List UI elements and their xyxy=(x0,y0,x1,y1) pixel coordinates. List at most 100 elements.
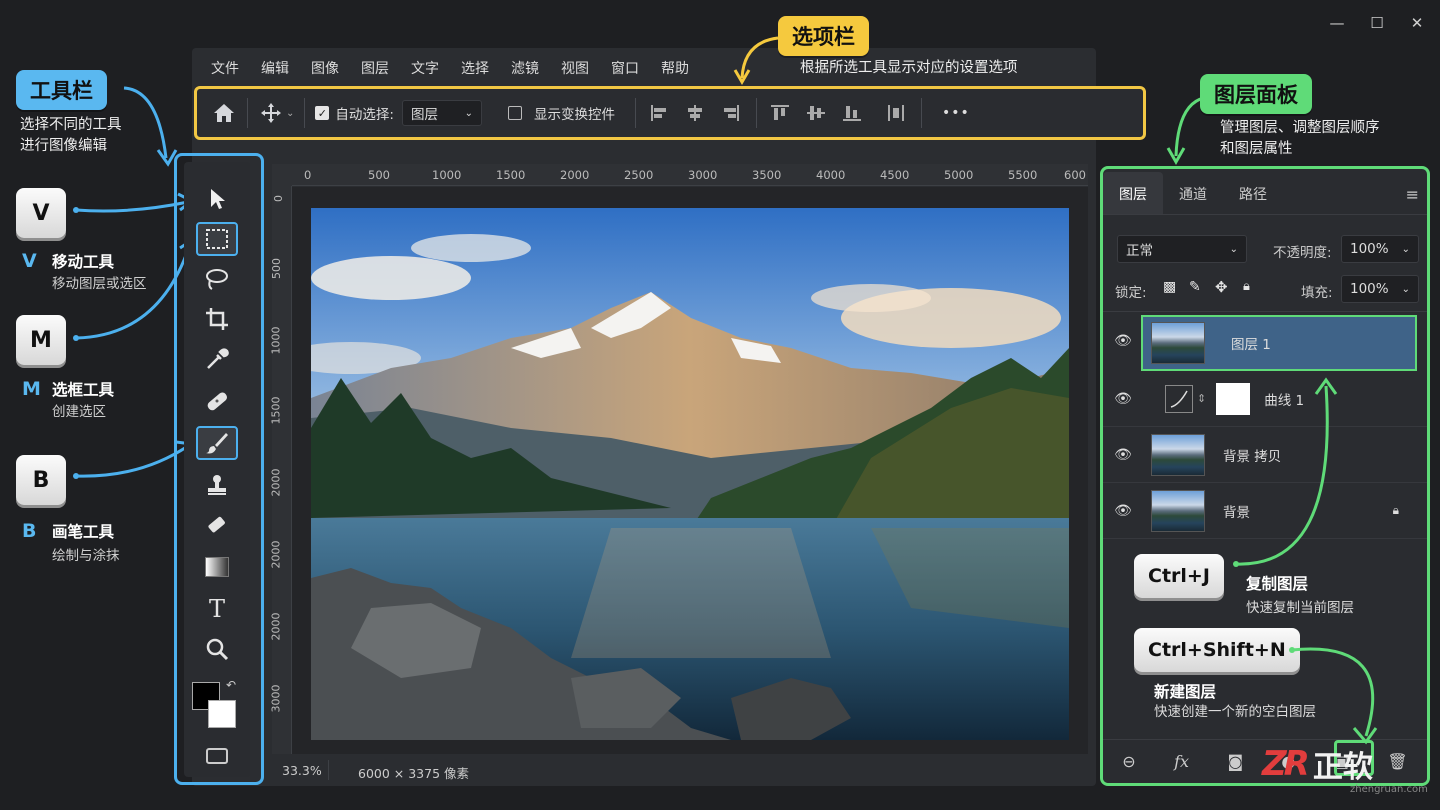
menu-edit[interactable]: 编辑 xyxy=(250,52,300,80)
add-mask-icon[interactable]: ◙ xyxy=(1227,752,1243,771)
marquee-tool-button[interactable] xyxy=(196,222,238,256)
lasso-tool-button[interactable] xyxy=(196,262,238,296)
mountain-lake-photo xyxy=(311,208,1069,740)
eyedropper-tool-button[interactable] xyxy=(196,342,238,376)
type-icon: T xyxy=(208,595,225,623)
fx-icon[interactable]: fx xyxy=(1174,752,1189,771)
marquee-tool-name: 选框工具 xyxy=(52,381,115,399)
ctrl-j-arrow xyxy=(1233,377,1338,567)
menu-bar: 文件 编辑 图像 图层 文字 选择 滤镜 视图 窗口 帮助 xyxy=(200,52,700,80)
fill-field[interactable]: 100% ⌄ xyxy=(1341,275,1419,303)
link-layers-icon[interactable]: ⊖ xyxy=(1122,752,1135,771)
quick-mask-icon[interactable] xyxy=(206,748,228,764)
status-bar: 33.3% 6000 × 3375 像素 xyxy=(272,758,1088,782)
more-options-icon[interactable]: ••• xyxy=(942,105,970,121)
lock-paint-icon[interactable]: ✎ xyxy=(1189,279,1201,295)
panel-menu-icon[interactable]: ≡ xyxy=(1390,185,1427,214)
background-color-swatch[interactable] xyxy=(208,700,236,728)
align-bottom-icon[interactable] xyxy=(839,100,865,126)
eye-icon[interactable]: 👁︎ xyxy=(1103,391,1143,407)
chevron-down-icon: ⌄ xyxy=(464,107,473,119)
opacity-field[interactable]: 100% ⌄ xyxy=(1341,235,1419,263)
ruler-left-label: 2000 xyxy=(269,468,283,497)
ruler-left-label: 2000 xyxy=(269,612,283,641)
align-top-icon[interactable] xyxy=(767,100,793,126)
eye-icon[interactable]: 👁︎ xyxy=(1103,503,1143,519)
arrow-pointer-icon xyxy=(211,189,225,209)
distribute-icon[interactable] xyxy=(883,100,909,126)
tab-channels[interactable]: 通道 xyxy=(1163,184,1223,214)
options-callout-arrow xyxy=(733,36,779,85)
eye-icon[interactable]: 👁︎ xyxy=(1103,333,1143,349)
ruler-top-label: 3500 xyxy=(752,168,782,182)
layer-thumbnail xyxy=(1151,433,1205,476)
gradient-icon xyxy=(205,557,229,577)
maximize-icon[interactable]: ☐ xyxy=(1368,14,1386,32)
menu-view[interactable]: 视图 xyxy=(550,52,600,80)
align-center-icon[interactable] xyxy=(682,100,708,126)
tab-layers[interactable]: 图层 xyxy=(1103,172,1163,214)
gradient-tool-button[interactable] xyxy=(196,550,238,584)
chevron-down-icon[interactable]: ⌄ xyxy=(286,108,294,119)
ruler-top-label: 2500 xyxy=(624,168,654,182)
options-bar: ⌄ ✓ 自动选择: 图层 ⌄ 显示变换控件 ••• xyxy=(194,86,1146,140)
menu-help[interactable]: 帮助 xyxy=(650,52,700,80)
ruler-top: 0 500 1000 1500 2000 2500 3000 3500 4000… xyxy=(292,164,1088,186)
blend-mode-value: 正常 xyxy=(1126,243,1153,259)
type-tool-button[interactable]: T xyxy=(196,592,238,626)
layer-row-selected[interactable]: 图层 1 xyxy=(1141,315,1417,371)
layers-callout-title: 图层面板 xyxy=(1200,74,1312,114)
align-left-icon[interactable] xyxy=(646,100,672,126)
menu-image[interactable]: 图像 xyxy=(300,52,350,80)
minimize-icon[interactable]: — xyxy=(1328,14,1346,32)
move-tool-button[interactable] xyxy=(196,182,238,216)
layers-callout-desc2: 和图层属性 xyxy=(1220,141,1293,157)
menu-file[interactable]: 文件 xyxy=(200,52,250,80)
crop-tool-button[interactable] xyxy=(196,302,238,336)
watermark-brand: 正软 xyxy=(1312,750,1373,785)
menu-type[interactable]: 文字 xyxy=(400,52,450,80)
eye-icon[interactable]: 👁︎ xyxy=(1103,447,1143,463)
healing-brush-tool-button[interactable] xyxy=(196,384,238,418)
zoom-tool-button[interactable] xyxy=(196,632,238,666)
ctrl-shift-n-arrow xyxy=(1289,647,1378,745)
key-b: B xyxy=(16,455,66,505)
menu-window[interactable]: 窗口 xyxy=(600,52,650,80)
home-icon[interactable] xyxy=(211,100,237,126)
brush-tool-name: 画笔工具 xyxy=(52,523,115,541)
menu-layer[interactable]: 图层 xyxy=(350,52,400,80)
tab-paths[interactable]: 路径 xyxy=(1223,184,1283,214)
magnifier-icon xyxy=(206,638,229,661)
layer-name: 图层 1 xyxy=(1231,337,1271,353)
document-image[interactable] xyxy=(311,208,1069,740)
ruler-left-label: 0 xyxy=(272,195,285,202)
swap-colors-icon[interactable]: ↶ xyxy=(226,678,236,692)
auto-select-checkbox[interactable]: ✓ xyxy=(315,106,330,120)
move-tool-icon[interactable] xyxy=(258,100,284,126)
stamp-tool-button[interactable] xyxy=(196,468,238,502)
menu-select[interactable]: 选择 xyxy=(450,52,500,80)
chevron-down-icon: ⌄ xyxy=(1401,243,1410,255)
eraser-icon xyxy=(208,516,225,533)
options-bar-callout-title: 选项栏 xyxy=(778,16,869,56)
eraser-tool-button[interactable] xyxy=(196,508,238,542)
align-right-icon[interactable] xyxy=(718,100,744,126)
lock-transparent-icon[interactable]: ▩ xyxy=(1163,279,1176,295)
align-middle-icon[interactable] xyxy=(803,100,829,126)
lock-position-icon[interactable]: ✥ xyxy=(1215,278,1228,296)
toolbar-callout-desc2: 进行图像编辑 xyxy=(20,138,107,154)
chevron-down-icon: ⌄ xyxy=(1229,243,1238,255)
auto-select-dropdown[interactable]: 图层 ⌄ xyxy=(401,100,482,126)
menu-filter[interactable]: 滤镜 xyxy=(500,52,550,80)
layers-callout-arrow xyxy=(1166,96,1205,166)
new-layer-title: 新建图层 xyxy=(1154,683,1217,701)
crop-icon xyxy=(206,308,228,330)
delete-layer-icon[interactable]: 🗑︎ xyxy=(1387,752,1407,771)
blend-mode-dropdown[interactable]: 正常 ⌄ xyxy=(1117,235,1247,263)
close-icon[interactable]: ✕ xyxy=(1408,14,1426,32)
lock-all-icon[interactable]: 🔒︎ xyxy=(1243,279,1250,294)
zoom-level[interactable]: 33.3% xyxy=(282,763,322,778)
ruler-top-label: 2000 xyxy=(560,168,590,182)
show-transform-checkbox[interactable] xyxy=(507,106,522,120)
brush-tool-button[interactable] xyxy=(196,426,238,460)
